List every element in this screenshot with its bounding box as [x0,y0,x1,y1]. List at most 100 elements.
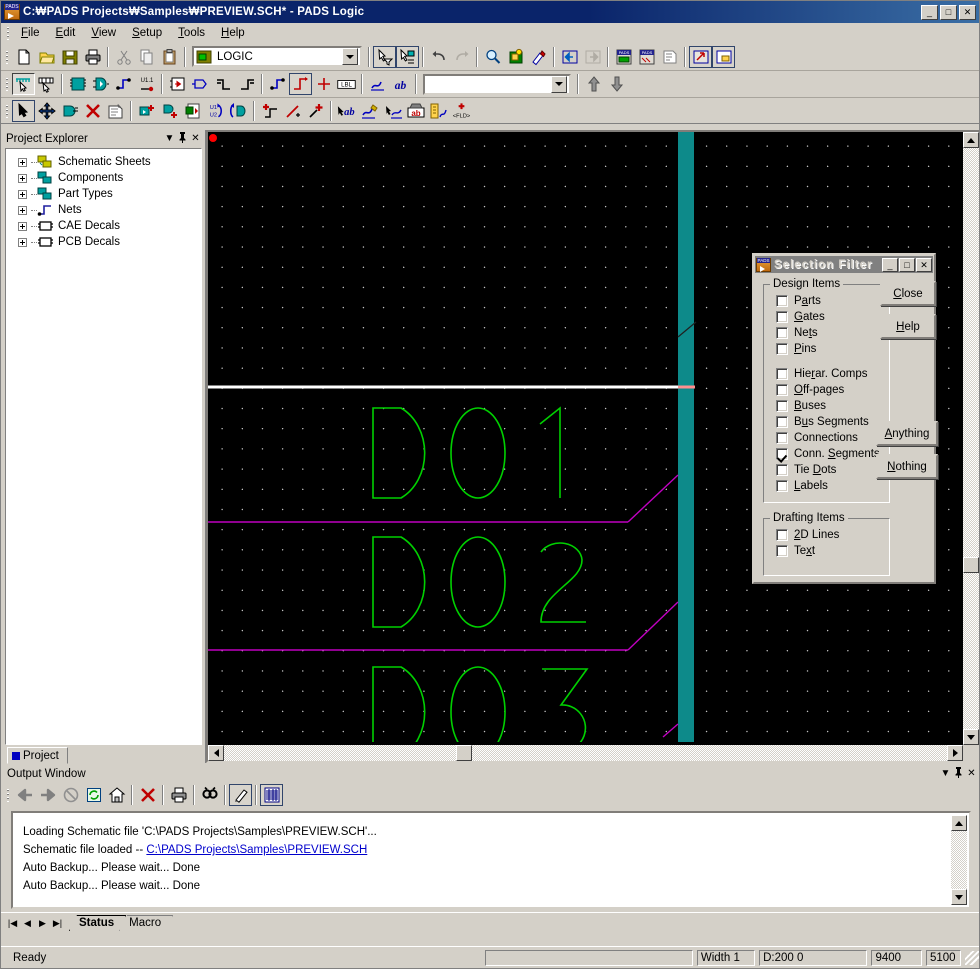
checkbox-gates[interactable] [776,311,788,323]
checkbox-row-gates[interactable]: Gates [776,309,889,325]
query-modify-icon[interactable] [396,45,419,68]
connection-icon[interactable] [266,73,289,95]
resize-grip[interactable] [964,950,979,965]
checkbox-tie-dots[interactable] [776,464,788,476]
menu-setup[interactable]: Setup [124,25,170,41]
tree-item-cae-decals[interactable]: CAE Decals [6,218,201,234]
back-sheet-icon[interactable] [558,46,581,68]
toolbar-grip-edit[interactable] [4,103,10,118]
cut-icon[interactable] [112,46,135,68]
add-gate-icon[interactable] [89,73,112,95]
toolbar-grip-design[interactable] [4,77,10,91]
add-sheet-icon[interactable] [181,100,204,122]
move-down-icon[interactable] [605,73,628,95]
expander-icon[interactable] [18,205,27,215]
ole-object-icon[interactable] [712,45,735,68]
expander-icon[interactable] [18,157,27,167]
vscroll-thumb[interactable] [963,557,979,573]
pin-icon[interactable] [176,131,189,146]
checkbox-row-off-pages[interactable]: Off-pages [776,382,889,398]
nav-prev-icon[interactable]: ◀ [20,918,35,929]
menu-tools[interactable]: Tools [170,25,213,41]
checkbox-connections[interactable] [776,432,788,444]
text-icon[interactable]: ab [389,73,412,95]
selection-filter-titlebar[interactable]: Selection Filter _ □ ✕ [755,256,933,273]
nav-next-icon[interactable]: ▶ [35,918,50,929]
scroll-right-button[interactable] [947,745,963,761]
chevron-down-icon[interactable]: ▼ [939,768,952,779]
checkbox-buses[interactable] [776,400,788,412]
nothing-button[interactable]: Nothing [876,454,938,479]
add-part2-icon[interactable] [135,100,158,122]
filter-combo[interactable] [423,73,571,95]
checkbox-row-labels[interactable]: Labels [776,478,889,494]
checkbox-row-bus-segments[interactable]: Bus Segments [776,414,889,430]
selection-filter-icon[interactable] [373,45,396,68]
checkbox-row-connections[interactable]: Connections [776,430,889,446]
2d-line-icon[interactable] [366,73,389,95]
open-file-icon[interactable] [35,46,58,68]
output-vscrollbar[interactable] [951,815,967,905]
tab-project[interactable]: Project [7,747,68,764]
scroll-up-button[interactable] [963,132,979,148]
checkbox-parts[interactable] [776,295,788,307]
forward-icon[interactable] [36,784,59,806]
label-icon[interactable]: LBL [335,73,358,95]
checkbox-row-text[interactable]: Text [776,543,889,559]
expander-icon[interactable] [18,237,27,247]
back-icon[interactable] [13,784,36,806]
checkbox-pins[interactable] [776,343,788,355]
maximize-button[interactable]: □ [940,4,957,20]
chevron-down-icon[interactable]: ▼ [163,133,176,144]
canvas-hscrollbar[interactable] [208,745,963,761]
output-scroll-down-button[interactable] [951,889,967,905]
add-vertex-icon[interactable] [304,100,327,122]
swap-refdes-icon[interactable]: U1 U2 [204,100,227,122]
hierarchical-comp-icon[interactable] [166,73,189,95]
vscroll-track[interactable] [963,132,979,745]
tree-item-part-types[interactable]: Part Types [6,186,201,202]
close-dialog-button[interactable]: Close [880,281,936,306]
minimize-button[interactable]: _ [921,4,938,20]
add-field-icon[interactable]: <FLD> [450,100,473,122]
undo-icon[interactable] [427,46,450,68]
forward-sheet-icon[interactable] [581,46,604,68]
edit-text-icon[interactable] [358,100,381,122]
pin-icon[interactable] [952,766,965,781]
clear-icon[interactable] [136,784,159,806]
dialog-maximize-button[interactable]: □ [899,257,915,272]
refresh-icon[interactable] [82,784,105,806]
canvas-vscrollbar[interactable] [963,132,979,745]
checkbox-nets[interactable] [776,327,788,339]
stop-icon[interactable] [59,784,82,806]
swap-gates-icon[interactable] [227,100,250,122]
properties-icon[interactable] [658,46,681,68]
checkbox-hierar-comps[interactable] [776,368,788,380]
checkbox-row-hierar-comps[interactable]: Hierar. Comps [776,366,889,382]
chevron-down-icon[interactable] [342,48,358,65]
attr-icon[interactable]: ab [404,100,427,122]
checkbox-row-parts[interactable]: Parts [776,293,889,309]
pads-layout-icon[interactable]: PADS [635,46,658,68]
close-icon[interactable]: ✕ [965,768,978,779]
checkbox-labels[interactable] [776,480,788,492]
add-pin-icon[interactable]: U1.1 [135,73,158,95]
rotate-icon[interactable] [58,100,81,122]
field-icon[interactable] [427,100,450,122]
help-button[interactable]: Help [880,314,936,339]
pads-router-icon[interactable]: PADS [612,46,635,68]
edit-icon[interactable] [229,783,252,806]
ole-link-icon[interactable] [689,45,712,68]
output-scroll-up-button[interactable] [951,815,967,831]
bus-segment-icon[interactable] [235,73,258,95]
save-icon[interactable] [58,46,81,68]
checkbox-2d-lines[interactable] [776,529,788,541]
checkbox-off-pages[interactable] [776,384,788,396]
new-file-icon[interactable] [12,46,35,68]
checkbox-bus-segments[interactable] [776,416,788,428]
bus-icon[interactable] [212,73,235,95]
menubar-grip[interactable] [5,25,11,40]
paste-icon[interactable] [158,46,181,68]
output-text-area[interactable]: Loading Schematic file 'C:\PADS Projects… [11,811,971,909]
redraw-icon[interactable] [527,46,550,68]
